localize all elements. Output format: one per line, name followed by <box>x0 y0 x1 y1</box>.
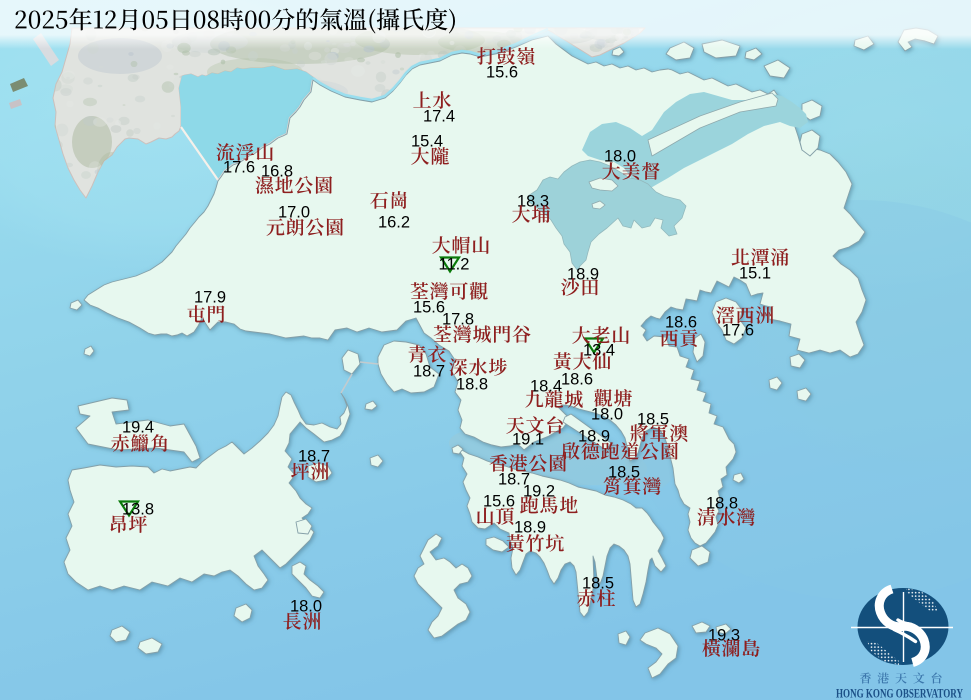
svg-text:15.1: 15.1 <box>739 265 771 283</box>
svg-text:16.2: 16.2 <box>378 214 410 232</box>
svg-text:18.9: 18.9 <box>514 519 546 537</box>
svg-text:17.6: 17.6 <box>223 159 255 177</box>
svg-text:11.2: 11.2 <box>439 256 470 274</box>
svg-text:18.6: 18.6 <box>665 314 697 332</box>
svg-text:13.8: 13.8 <box>122 501 154 519</box>
svg-text:17.4: 17.4 <box>423 108 455 126</box>
svg-text:15.6: 15.6 <box>483 493 515 511</box>
svg-text:18.0: 18.0 <box>591 406 623 424</box>
svg-text:17.6: 17.6 <box>722 322 754 340</box>
svg-text:15.6: 15.6 <box>413 299 445 317</box>
svg-text:18.8: 18.8 <box>456 376 488 394</box>
svg-text:19.4: 19.4 <box>122 419 154 437</box>
svg-text:17.0: 17.0 <box>278 204 310 222</box>
svg-text:17.9: 17.9 <box>194 289 226 307</box>
svg-text:18.8: 18.8 <box>706 495 738 513</box>
svg-text:18.5: 18.5 <box>608 464 640 482</box>
svg-text:18.6: 18.6 <box>561 371 593 389</box>
svg-text:18.0: 18.0 <box>604 148 636 166</box>
svg-text:HONG KONG OBSERVATORY: HONG KONG OBSERVATORY <box>836 686 963 700</box>
svg-text:15.6: 15.6 <box>486 64 518 82</box>
svg-text:15.4: 15.4 <box>411 133 443 151</box>
svg-text:18.7: 18.7 <box>413 363 445 381</box>
